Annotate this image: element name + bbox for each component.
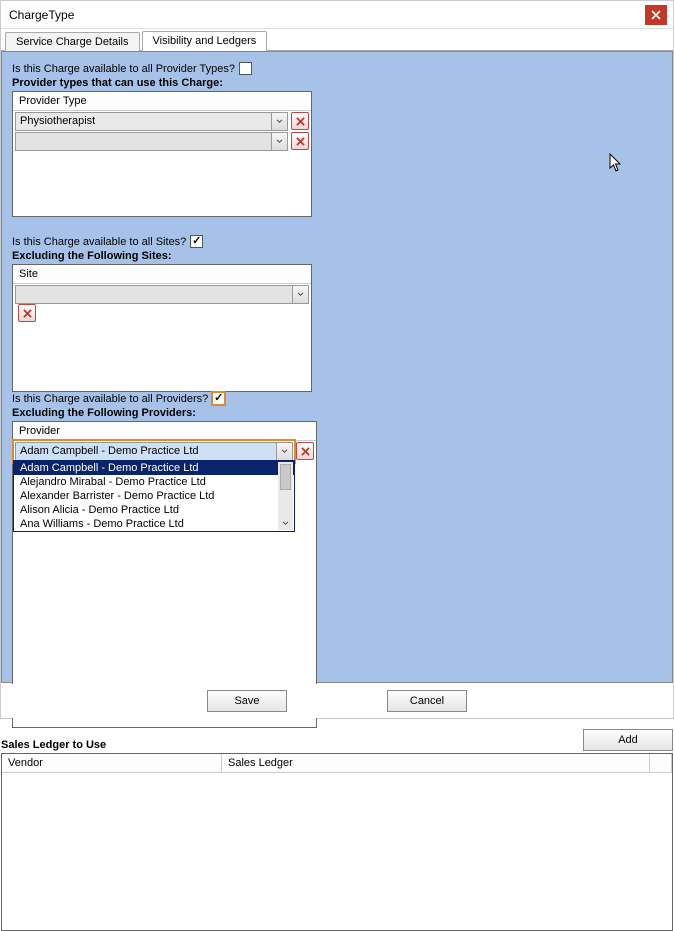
- provider-types-checkbox[interactable]: [239, 62, 252, 75]
- provider-column-header: Provider: [13, 422, 316, 441]
- providers-question: Is this Charge available to all Provider…: [12, 393, 208, 405]
- provider-type-row-value: Physiotherapist: [20, 115, 95, 127]
- provider-types-question: Is this Charge available to all Provider…: [12, 63, 235, 75]
- action-column-header: [650, 754, 672, 772]
- chevron-down-icon[interactable]: [292, 286, 308, 303]
- provider-option[interactable]: Alexander Barrister - Demo Practice Ltd: [14, 489, 294, 503]
- tab-body-visibility-ledgers: Is this Charge available to all Provider…: [1, 51, 673, 683]
- save-button[interactable]: Save: [207, 690, 287, 712]
- providers-heading: Excluding the Following Providers:: [12, 407, 317, 419]
- tab-label: Service Charge Details: [16, 36, 129, 48]
- sites-question: Is this Charge available to all Sites?: [12, 236, 186, 248]
- provider-row-value: Adam Campbell - Demo Practice Ltd: [20, 445, 199, 457]
- chevron-down-icon[interactable]: [271, 113, 287, 130]
- delete-row-button[interactable]: [291, 112, 309, 130]
- provider-option[interactable]: Adam Campbell - Demo Practice Ltd: [14, 461, 294, 475]
- provider-option[interactable]: Ana Williams - Demo Practice Ltd: [14, 517, 294, 531]
- window-title: ChargeType: [9, 8, 645, 22]
- site-column-header: Site: [13, 265, 311, 284]
- tab-strip: Service Charge Details Visibility and Le…: [1, 29, 673, 51]
- provider-type-row-combo[interactable]: Physiotherapist: [15, 112, 288, 131]
- tab-visibility-and-ledgers[interactable]: Visibility and Ledgers: [142, 31, 268, 51]
- dialog-footer: Save Cancel: [1, 684, 673, 718]
- sales-ledger-table: Vendor Sales Ledger: [1, 753, 673, 931]
- provider-dropdown-list[interactable]: Adam Campbell - Demo Practice Ltd Alejan…: [13, 460, 295, 532]
- delete-row-button[interactable]: [291, 132, 309, 150]
- sites-checkbox[interactable]: [190, 235, 203, 248]
- provider-type-column-header: Provider Type: [13, 92, 311, 111]
- site-row-combo[interactable]: [15, 285, 309, 304]
- cancel-button[interactable]: Cancel: [387, 690, 467, 712]
- provider-option[interactable]: Alison Alicia - Demo Practice Ltd: [14, 503, 294, 517]
- chevron-down-icon[interactable]: [271, 133, 287, 150]
- dropdown-scrollbar[interactable]: [278, 462, 293, 530]
- tab-label: Visibility and Ledgers: [153, 35, 257, 47]
- provider-option[interactable]: Alejandro Mirabal - Demo Practice Ltd: [14, 475, 294, 489]
- provider-row-combo[interactable]: Adam Campbell - Demo Practice Ltd: [15, 442, 293, 461]
- provider-types-heading: Provider types that can use this Charge:: [12, 77, 312, 89]
- providers-checkbox[interactable]: [212, 392, 225, 405]
- close-icon: [651, 10, 661, 20]
- sites-heading: Excluding the Following Sites:: [12, 250, 312, 262]
- sales-ledger-column-header: Sales Ledger: [222, 754, 650, 772]
- vendor-column-header: Vendor: [2, 754, 222, 772]
- delete-row-button[interactable]: [18, 304, 36, 322]
- tab-service-charge-details[interactable]: Service Charge Details: [5, 32, 140, 51]
- delete-row-button[interactable]: [296, 442, 314, 460]
- add-ledger-button[interactable]: Add: [583, 729, 673, 751]
- window-close-button[interactable]: [645, 5, 667, 25]
- provider-type-row-combo[interactable]: [15, 132, 288, 151]
- sales-ledger-heading: Sales Ledger to Use: [1, 739, 106, 751]
- chevron-down-icon[interactable]: [276, 443, 292, 460]
